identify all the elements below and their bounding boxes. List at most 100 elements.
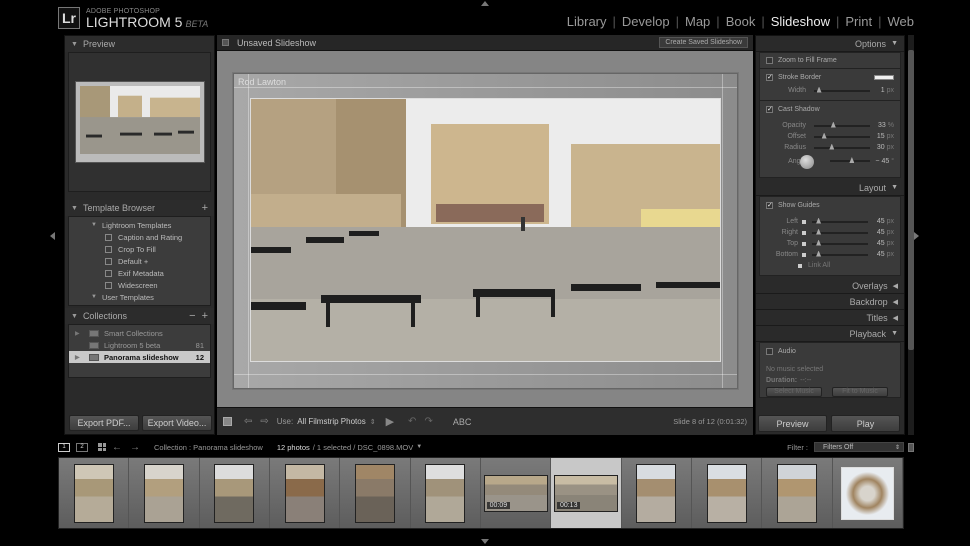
stop-button[interactable] bbox=[223, 417, 232, 426]
show-filmstrip-arrow[interactable] bbox=[481, 539, 489, 544]
layout-header[interactable]: Layout ▼ bbox=[756, 180, 904, 196]
forward-arrow-icon[interactable]: → bbox=[130, 442, 140, 453]
link-all-checkbox[interactable] bbox=[798, 263, 802, 268]
module-print[interactable]: Print bbox=[845, 14, 872, 29]
template-folder[interactable]: ▼ Lightroom Templates bbox=[69, 219, 210, 231]
guide-left-slider[interactable] bbox=[812, 217, 868, 224]
width-value[interactable]: 1 px bbox=[881, 87, 894, 94]
filmstrip-thumbnail[interactable] bbox=[706, 463, 747, 523]
filmstrip-thumbnail[interactable] bbox=[636, 463, 677, 523]
audio-row[interactable]: Audio bbox=[760, 343, 900, 359]
guide-bottom-value[interactable]: 45 px bbox=[877, 251, 894, 258]
export-pdf-button[interactable]: Export PDF... bbox=[69, 415, 139, 431]
options-header[interactable]: Options ▼ bbox=[756, 36, 904, 52]
radius-slider-knob[interactable] bbox=[829, 143, 835, 150]
guide-right-slider-knob[interactable] bbox=[816, 228, 822, 235]
opacity-slider-knob[interactable] bbox=[830, 121, 836, 128]
select-music-button[interactable]: Select Music bbox=[766, 386, 822, 397]
filmstrip-thumbnail[interactable] bbox=[354, 463, 395, 523]
offset-slider-knob[interactable] bbox=[821, 132, 827, 139]
collections-header[interactable]: ▼ Collections − + bbox=[65, 308, 214, 324]
angle-value[interactable]: − 45 ° bbox=[875, 158, 894, 165]
filter-lock-icon[interactable] bbox=[908, 442, 914, 452]
guide-top-slider[interactable] bbox=[812, 239, 868, 246]
template-item[interactable]: Default + bbox=[69, 255, 210, 267]
identity-overlay-text[interactable]: Rod Lawton bbox=[238, 77, 286, 87]
show-guides-checkbox[interactable]: ✓ bbox=[766, 201, 773, 209]
filmstrip-thumbnail[interactable] bbox=[73, 463, 114, 523]
filmstrip-cell[interactable] bbox=[621, 458, 692, 528]
filmstrip-cell[interactable] bbox=[59, 458, 130, 528]
module-slideshow[interactable]: Slideshow bbox=[771, 14, 830, 29]
filmstrip-thumbnail[interactable] bbox=[143, 463, 184, 523]
guide-top-value[interactable]: 45 px bbox=[877, 240, 894, 247]
template-item[interactable]: Crop To Fill bbox=[69, 243, 210, 255]
backdrop-header[interactable]: Backdrop ◀ bbox=[756, 294, 904, 310]
filmstrip-thumbnail[interactable] bbox=[776, 463, 817, 523]
filmstrip-cell[interactable]: 00:09 bbox=[480, 458, 552, 528]
filmstrip-cell[interactable] bbox=[762, 458, 833, 528]
offset-slider[interactable] bbox=[814, 132, 870, 139]
create-saved-slideshow-button[interactable]: Create Saved Slideshow bbox=[659, 37, 748, 48]
opacity-slider[interactable] bbox=[814, 121, 870, 128]
slide-photo[interactable] bbox=[250, 98, 721, 362]
radius-slider[interactable] bbox=[814, 143, 870, 150]
back-arrow-icon[interactable]: ← bbox=[112, 442, 122, 453]
overlays-header[interactable]: Overlays ◀ bbox=[756, 278, 904, 294]
template-folder[interactable]: ▼ User Templates bbox=[69, 291, 210, 303]
filmstrip-cell[interactable] bbox=[340, 458, 411, 528]
titles-header[interactable]: Titles ◀ bbox=[756, 310, 904, 326]
rotate-left-icon[interactable]: ↶ bbox=[408, 416, 416, 427]
offset-value[interactable]: 15 px bbox=[877, 133, 894, 140]
template-browser-header[interactable]: ▼ Template Browser + bbox=[65, 200, 214, 216]
module-map[interactable]: Map bbox=[685, 14, 710, 29]
guide-toggle[interactable] bbox=[802, 219, 806, 224]
link-all-row[interactable]: Link All bbox=[760, 260, 900, 271]
guide-right-slider[interactable] bbox=[812, 228, 868, 235]
filmstrip-cell[interactable] bbox=[129, 458, 200, 528]
stroke-color-swatch[interactable] bbox=[874, 74, 894, 80]
remove-collection-button[interactable]: − bbox=[189, 310, 195, 322]
radius-value[interactable]: 30 px bbox=[877, 144, 894, 151]
main-screen-button[interactable]: 1 bbox=[58, 442, 70, 452]
stroke-border-row[interactable]: ✓ Stroke Border bbox=[760, 69, 900, 85]
module-book[interactable]: Book bbox=[726, 14, 756, 29]
show-guides-row[interactable]: ✓ Show Guides bbox=[760, 197, 900, 213]
show-right-panel-arrow[interactable] bbox=[914, 232, 919, 240]
collection-item[interactable]: ▶ Smart Collections bbox=[69, 327, 210, 339]
filmstrip-thumbnail[interactable] bbox=[840, 466, 894, 520]
preview-play-button[interactable]: ▶ bbox=[386, 415, 394, 428]
collection-source[interactable]: Collection : Panorama slideshow bbox=[154, 443, 263, 452]
module-library[interactable]: Library bbox=[567, 14, 607, 29]
template-item[interactable]: Widescreen bbox=[69, 279, 210, 291]
play-button[interactable]: Play bbox=[831, 415, 900, 432]
template-item[interactable]: Caption and Rating bbox=[69, 231, 210, 243]
zoom-to-fill-checkbox[interactable] bbox=[766, 57, 773, 64]
filter-dropdown[interactable]: Filters Off ⇕ bbox=[814, 442, 904, 452]
module-develop[interactable]: Develop bbox=[622, 14, 670, 29]
filmstrip-cell[interactable] bbox=[832, 458, 903, 528]
guide-left-slider-knob[interactable] bbox=[816, 217, 822, 224]
filmstrip-cell[interactable] bbox=[269, 458, 341, 528]
preview-button[interactable]: Preview bbox=[758, 415, 827, 432]
filmstrip-cell[interactable] bbox=[691, 458, 763, 528]
selection-info[interactable]: / 1 selected / DSC_0898.MOV bbox=[313, 443, 413, 452]
opacity-value[interactable]: 33 % bbox=[878, 122, 894, 129]
filmstrip-thumbnail[interactable] bbox=[425, 463, 466, 523]
filmstrip-thumbnail[interactable] bbox=[214, 463, 255, 523]
module-web[interactable]: Web bbox=[888, 14, 915, 29]
show-top-panel-arrow[interactable] bbox=[481, 1, 489, 6]
template-item[interactable]: Exif Metadata bbox=[69, 267, 210, 279]
add-template-button[interactable]: + bbox=[202, 202, 208, 214]
angle-slider[interactable] bbox=[830, 157, 870, 163]
audio-checkbox[interactable] bbox=[766, 347, 773, 355]
cast-shadow-checkbox[interactable]: ✓ bbox=[766, 105, 773, 113]
guide-left[interactable] bbox=[248, 74, 249, 388]
guide-right[interactable] bbox=[722, 74, 723, 388]
angle-dial[interactable] bbox=[800, 155, 814, 169]
filmstrip-cell[interactable] bbox=[410, 458, 481, 528]
fit-to-music-button[interactable]: Fit to Music bbox=[832, 386, 888, 397]
add-collection-button[interactable]: + bbox=[202, 310, 208, 322]
export-video-button[interactable]: Export Video... bbox=[142, 415, 212, 431]
filmstrip-thumbnail[interactable]: 00:09 bbox=[483, 474, 548, 512]
